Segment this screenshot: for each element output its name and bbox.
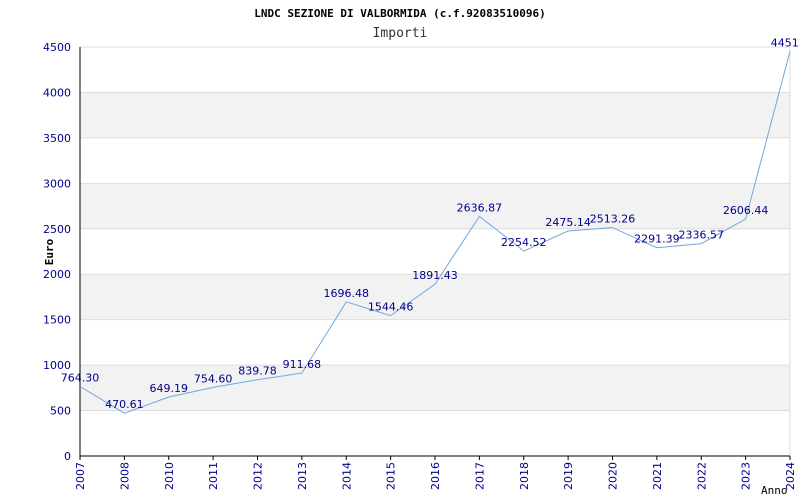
data-label: 1696.48: [324, 287, 370, 300]
data-label: 754.60: [194, 372, 233, 385]
x-tick-label: 2007: [74, 462, 87, 490]
data-label: 2513.26: [590, 213, 636, 226]
x-tick-label: 2022: [695, 462, 708, 490]
x-axis-label: Anno: [761, 484, 788, 497]
y-tick-label: 2500: [43, 223, 71, 236]
y-tick-label: 500: [50, 405, 71, 418]
data-label: 2336.57: [679, 229, 725, 242]
x-tick-label: 2023: [740, 462, 753, 490]
x-tick-label: 2014: [340, 462, 353, 490]
x-tick-label: 2012: [252, 462, 265, 490]
data-label: 4451.2: [771, 36, 800, 49]
x-tick-label: 2017: [473, 462, 486, 490]
chart-title: LNDC SEZIONE DI VALBORMIDA (c.f.92083510…: [254, 7, 545, 20]
data-label: 1891.43: [412, 269, 458, 282]
x-tick-label: 2011: [207, 462, 220, 490]
x-tick-labels: 2007 2008 2010 2011 2012 2013 2014 2015 2016 2017…: [74, 456, 797, 490]
data-label: 2636.87: [457, 201, 503, 214]
data-label: 2606.44: [723, 204, 769, 217]
y-tick-label: 4000: [43, 86, 71, 99]
grid-bands: [80, 92, 790, 411]
data-label: 1544.46: [368, 301, 414, 314]
y-axis-label: Euro: [43, 238, 56, 265]
data-label: 839.78: [238, 365, 277, 378]
data-label: 2291.39: [634, 233, 680, 246]
x-tick-label: 2008: [118, 462, 131, 490]
data-label: 2254.52: [501, 236, 547, 249]
chart-subtitle: Importi: [373, 26, 428, 41]
y-tick-label: 1000: [43, 359, 71, 372]
grid-band: [80, 92, 790, 138]
x-tick-label: 2020: [607, 462, 620, 490]
x-tick-label: 2018: [518, 462, 531, 490]
grid-band: [80, 183, 790, 229]
y-tick-label: 2000: [43, 268, 71, 281]
data-label: 2475.14: [545, 216, 591, 229]
data-label: 764.30: [61, 372, 100, 385]
chart-container: 0 500 1000 1500 2000 2500 3000 3500 4000 4500 200…: [0, 0, 800, 500]
x-tick-label: 2021: [651, 462, 664, 490]
y-tick-label: 1500: [43, 314, 71, 327]
y-tick-label: 0: [64, 450, 71, 463]
data-label: 470.61: [105, 398, 144, 411]
data-label: 649.19: [150, 382, 189, 395]
x-tick-label: 2010: [163, 462, 176, 490]
y-tick-label: 3500: [43, 132, 71, 145]
y-tick-label: 4500: [43, 41, 71, 54]
x-tick-label: 2019: [562, 462, 575, 490]
data-label: 911.68: [283, 358, 322, 371]
x-tick-label: 2016: [429, 462, 442, 490]
x-tick-label: 2013: [296, 462, 309, 490]
y-tick-label: 3000: [43, 177, 71, 190]
line-chart: 0 500 1000 1500 2000 2500 3000 3500 4000 4500 200…: [43, 7, 800, 497]
x-tick-label: 2015: [385, 462, 398, 490]
